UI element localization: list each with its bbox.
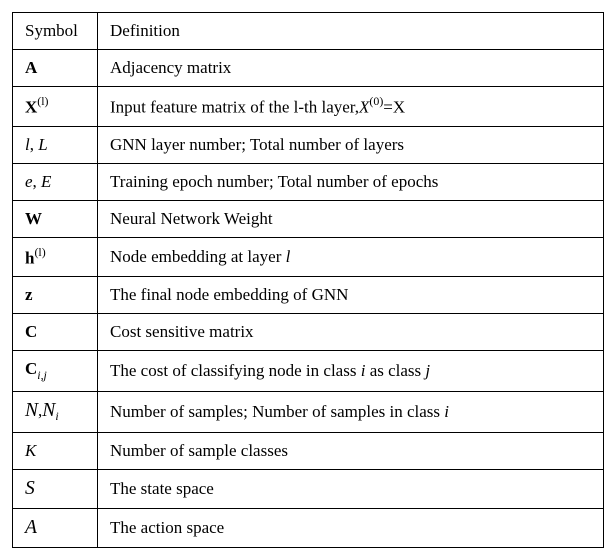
sym-comma: , <box>30 135 34 154</box>
definition-cell: The state space <box>98 470 604 509</box>
table-row: S The state space <box>13 470 604 509</box>
symbol-cell: X(l) <box>13 87 98 127</box>
definition-cell: Training epoch number; Total number of e… <box>98 163 604 200</box>
table-row: e, E Training epoch number; Total number… <box>13 163 604 200</box>
sym-z: z <box>25 285 33 304</box>
symbol-cell: K <box>13 433 98 470</box>
def-i: i <box>444 402 449 421</box>
sym-C: C <box>25 359 37 378</box>
symbol-cell: Ci,j <box>13 351 98 391</box>
definition-cell: Node embedding at layer l <box>98 237 604 277</box>
symbol-cell: A <box>13 509 98 548</box>
notation-table: Symbol Definition A Adjacency matrix X(l… <box>12 12 604 548</box>
def-X: X <box>359 98 369 117</box>
def-j: j <box>425 361 430 380</box>
table-row: A Adjacency matrix <box>13 50 604 87</box>
header-symbol: Symbol <box>13 13 98 50</box>
sym-e: e <box>25 172 33 191</box>
symbol-cell: C <box>13 314 98 351</box>
definition-cell: The final node embedding of GNN <box>98 277 604 314</box>
sym-A-cal: A <box>25 517 37 538</box>
sym-sub-ij: i,j <box>37 368 47 382</box>
table-row: X(l) Input feature matrix of the l-th la… <box>13 87 604 127</box>
symbol-cell: W <box>13 200 98 237</box>
definition-cell: The action space <box>98 509 604 548</box>
sym-C: C <box>25 322 37 341</box>
table-row: z The final node embedding of GNN <box>13 277 604 314</box>
definition-cell: Number of samples; Number of samples in … <box>98 391 604 432</box>
definition-cell: The cost of classifying node in class i … <box>98 351 604 391</box>
symbol-cell: A <box>13 50 98 87</box>
symbol-cell: z <box>13 277 98 314</box>
sym-N-cal: N <box>25 400 38 421</box>
symbol-cell: l, L <box>13 126 98 163</box>
definition-cell: Adjacency matrix <box>98 50 604 87</box>
definition-cell: GNN layer number; Total number of layers <box>98 126 604 163</box>
sym-K: K <box>25 441 36 460</box>
definition-cell: Cost sensitive matrix <box>98 314 604 351</box>
def-text: The cost of classifying node in class <box>110 361 361 380</box>
symbol-cell: N,Ni <box>13 391 98 432</box>
def-text: as class <box>365 361 425 380</box>
table-row: Ci,j The cost of classifying node in cla… <box>13 351 604 391</box>
sym-sub-i: i <box>55 409 58 423</box>
sym-L: L <box>38 135 47 154</box>
symbol-cell: h(l) <box>13 237 98 277</box>
def-text: Node embedding at layer <box>110 247 286 266</box>
def-l: l <box>286 247 291 266</box>
definition-cell: Input feature matrix of the l-th layer,X… <box>98 87 604 127</box>
table-row: N,Ni Number of samples; Number of sample… <box>13 391 604 432</box>
table-row: A The action space <box>13 509 604 548</box>
definition-cell: Neural Network Weight <box>98 200 604 237</box>
table-header-row: Symbol Definition <box>13 13 604 50</box>
header-definition: Definition <box>98 13 604 50</box>
sym-A: A <box>25 58 37 77</box>
def-eq: =X <box>383 98 405 117</box>
table-row: C Cost sensitive matrix <box>13 314 604 351</box>
sym-S-cal: S <box>25 478 35 499</box>
sym-sup-l: (l) <box>37 94 48 108</box>
table-row: W Neural Network Weight <box>13 200 604 237</box>
sym-comma: , <box>33 172 37 191</box>
sym-E: E <box>41 172 51 191</box>
table-row: h(l) Node embedding at layer l <box>13 237 604 277</box>
def-sup-0: (0) <box>369 94 383 108</box>
definition-cell: Number of sample classes <box>98 433 604 470</box>
table-row: l, L GNN layer number; Total number of l… <box>13 126 604 163</box>
sym-sup-l: (l) <box>34 245 45 259</box>
sym-N-cal: N <box>42 400 55 421</box>
def-text: Number of samples; Number of samples in … <box>110 402 444 421</box>
symbol-cell: S <box>13 470 98 509</box>
def-text: Input feature matrix of the l-th layer, <box>110 98 359 117</box>
table-row: K Number of sample classes <box>13 433 604 470</box>
sym-X: X <box>25 98 37 117</box>
symbol-cell: e, E <box>13 163 98 200</box>
sym-W: W <box>25 209 42 228</box>
